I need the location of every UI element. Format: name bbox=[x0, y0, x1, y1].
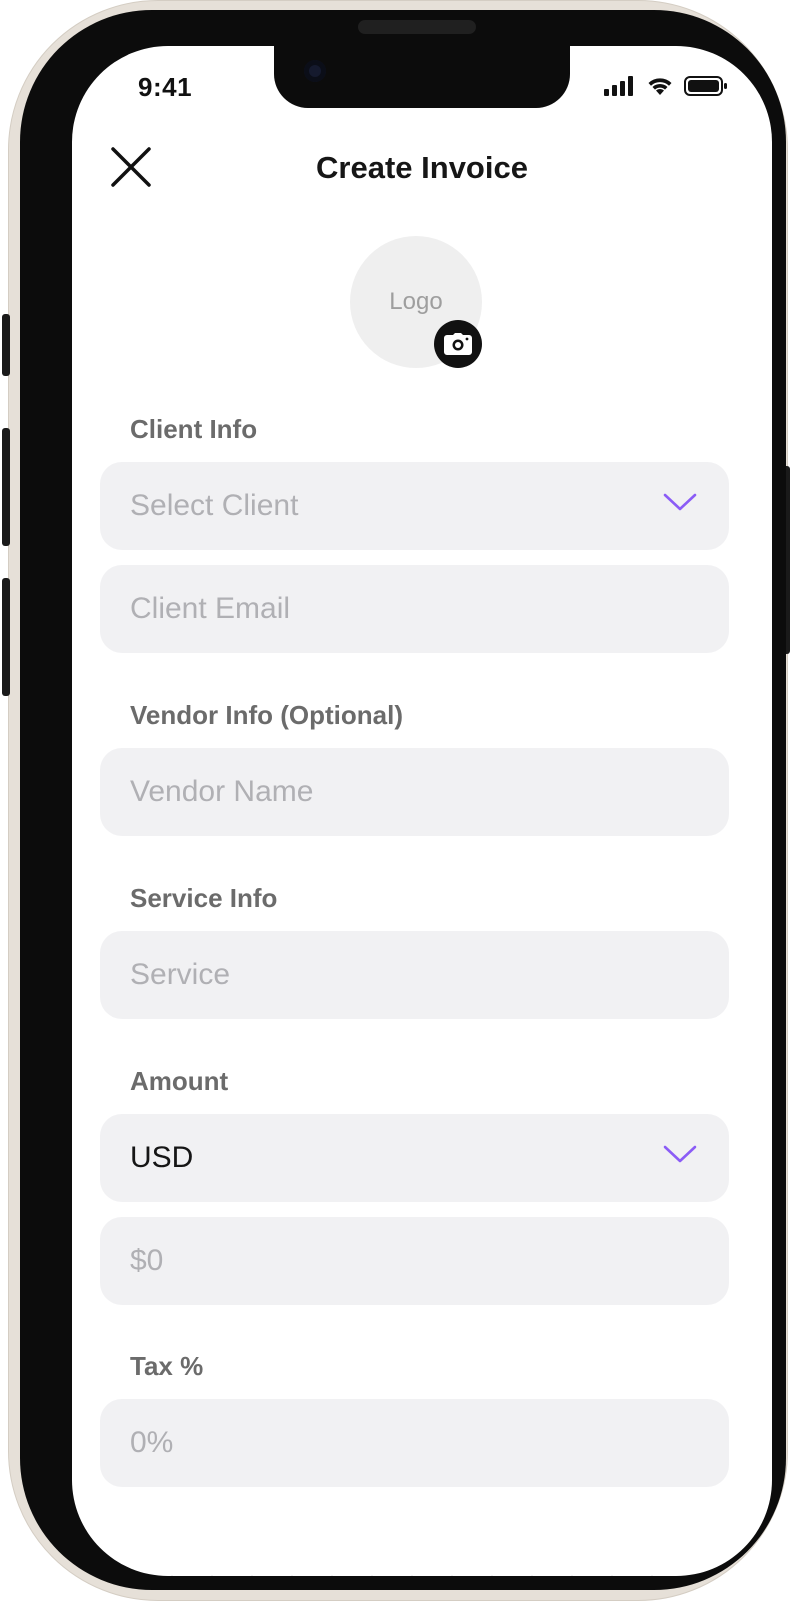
select-client-dropdown[interactable]: Select Client bbox=[100, 462, 729, 550]
client-info-label: Client Info bbox=[130, 414, 258, 444]
client-email-placeholder: Client Email bbox=[130, 592, 291, 625]
tax-placeholder: 0% bbox=[130, 1426, 174, 1459]
vendor-info-label: Vendor Info (Optional) bbox=[130, 700, 403, 730]
service-field[interactable]: Service bbox=[100, 931, 729, 1019]
status-time: 9:41 bbox=[138, 72, 193, 102]
page-title: Create Invoice bbox=[316, 150, 528, 185]
earpiece-speaker bbox=[358, 20, 476, 34]
service-placeholder: Service bbox=[130, 958, 231, 991]
bottom-decoration bbox=[130, 1574, 694, 1576]
volume-up-button bbox=[2, 428, 10, 546]
chevron-down-icon bbox=[663, 493, 697, 511]
vendor-name-field[interactable]: Vendor Name bbox=[100, 748, 729, 836]
phone-bezel: 9:41 Create Invoice Logo Client Info Sel… bbox=[20, 10, 786, 1590]
amount-label: Amount bbox=[130, 1066, 229, 1096]
amount-field[interactable]: $0 bbox=[100, 1217, 729, 1305]
front-camera bbox=[304, 60, 326, 82]
amount-placeholder: $0 bbox=[130, 1244, 164, 1277]
service-info-label: Service Info bbox=[130, 883, 278, 913]
vendor-name-placeholder: Vendor Name bbox=[130, 775, 314, 808]
wifi-icon bbox=[648, 78, 672, 95]
tax-field[interactable]: 0% bbox=[100, 1399, 729, 1487]
chevron-down-icon bbox=[663, 1145, 697, 1163]
client-email-field[interactable]: Client Email bbox=[100, 565, 729, 653]
logo-placeholder-label: Logo bbox=[389, 288, 443, 315]
select-client-placeholder: Select Client bbox=[130, 489, 299, 522]
battery-icon bbox=[684, 76, 727, 96]
currency-dropdown[interactable]: USD bbox=[100, 1114, 729, 1202]
volume-down-button bbox=[2, 578, 10, 696]
screen: 9:41 Create Invoice Logo Client Info Sel… bbox=[72, 46, 772, 1576]
currency-value: USD bbox=[130, 1141, 194, 1174]
upload-logo-button[interactable] bbox=[434, 320, 482, 368]
camera-icon bbox=[444, 333, 472, 355]
status-icons bbox=[604, 76, 728, 96]
notch bbox=[274, 46, 570, 108]
mute-switch bbox=[2, 314, 10, 376]
cellular-signal-icon bbox=[604, 76, 633, 96]
tax-label: Tax % bbox=[130, 1351, 204, 1381]
